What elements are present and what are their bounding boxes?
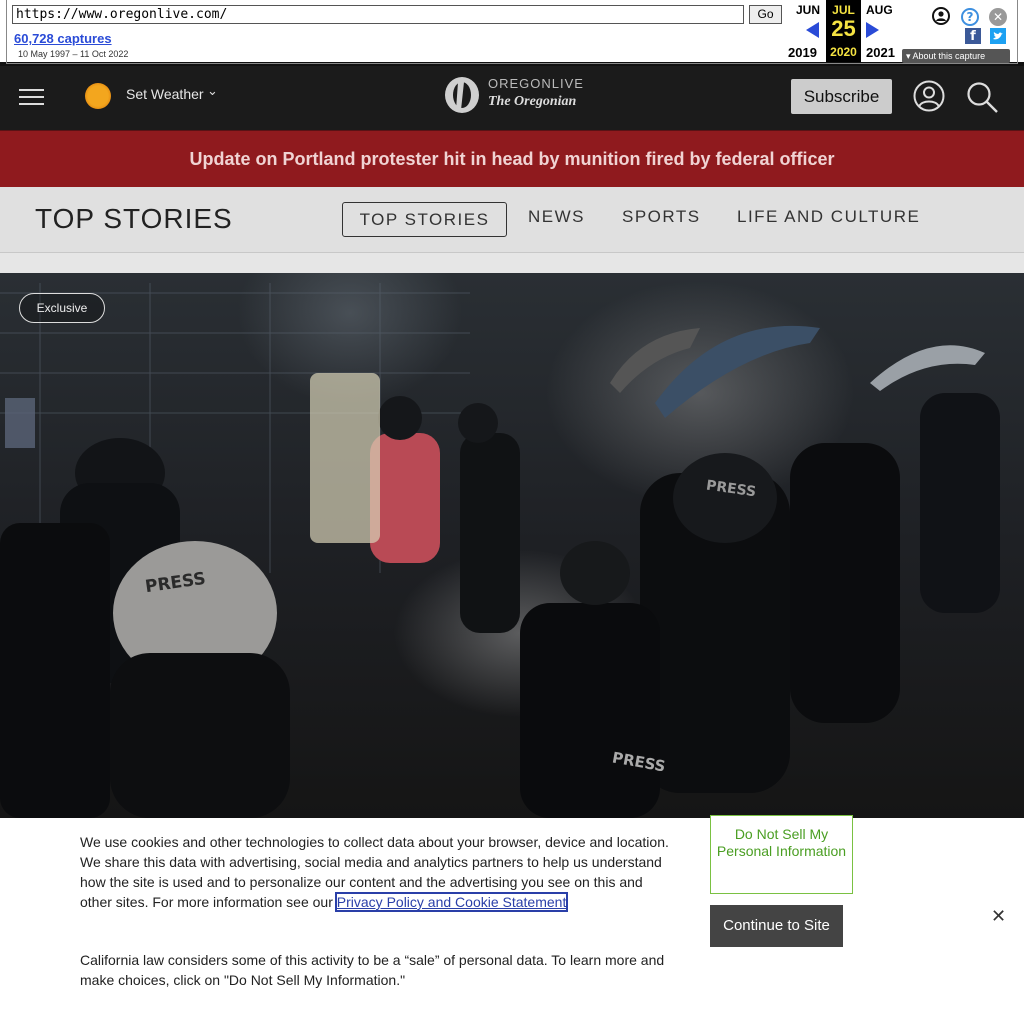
- weather-sun-icon[interactable]: [85, 83, 111, 109]
- hero-spacer: [0, 253, 1024, 273]
- wayback-next-year[interactable]: 2021: [866, 45, 895, 60]
- california-notice-text: California law considers some of this ac…: [80, 952, 665, 988]
- section-nav: TOP STORIES TOP STORIES NEWS SPORTS LIFE…: [0, 187, 1024, 253]
- exclusive-badge: Exclusive: [19, 293, 105, 323]
- oregonian-logo-icon[interactable]: [444, 76, 480, 114]
- wayback-prev-arrow-icon[interactable]: [806, 22, 819, 38]
- cookie-notice-text: We use cookies and other technologies to…: [80, 832, 670, 912]
- protest-scene-illustration: [0, 283, 1000, 818]
- set-weather-label[interactable]: Set Weather: [126, 86, 204, 102]
- privacy-policy-link[interactable]: Privacy Policy and Cookie Statement: [334, 892, 569, 912]
- logo-oregonian-text[interactable]: The Oregonian: [488, 94, 576, 110]
- wayback-go-button[interactable]: Go: [749, 5, 782, 24]
- facebook-icon[interactable]: f: [965, 28, 981, 44]
- hamburger-menu-icon[interactable]: [19, 88, 44, 106]
- tab-top-stories[interactable]: TOP STORIES: [342, 202, 507, 237]
- cookie-consent-banner: We use cookies and other technologies to…: [0, 815, 1024, 1019]
- wayback-captures-link[interactable]: 60,728 captures: [14, 31, 112, 46]
- do-not-sell-button[interactable]: Do Not Sell My Personal Information: [710, 815, 853, 894]
- search-icon[interactable]: [965, 80, 999, 114]
- hero-image[interactable]: PRESS PRESS PRESS Exclusive: [0, 273, 1024, 818]
- section-title: TOP STORIES: [35, 203, 233, 234]
- close-icon[interactable]: ✕: [991, 906, 1006, 927]
- wayback-about-capture[interactable]: ▾ About this capture: [902, 49, 1010, 63]
- wayback-account-icon[interactable]: [932, 7, 950, 25]
- wayback-toolbar: https://www.oregonlive.com/ Go 60,728 ca…: [0, 0, 1024, 66]
- twitter-icon[interactable]: [990, 28, 1006, 44]
- wayback-about-label: About this capture: [912, 51, 986, 61]
- wayback-url-input[interactable]: https://www.oregonlive.com/: [12, 5, 744, 24]
- wayback-date-range: 10 May 1997 – 11 Oct 2022: [18, 49, 129, 59]
- wayback-help-icon[interactable]: ?: [961, 8, 979, 26]
- tab-sports[interactable]: SPORTS: [622, 207, 701, 227]
- wayback-current-month: JUL: [832, 3, 855, 17]
- tab-news[interactable]: NEWS: [528, 207, 585, 227]
- subscribe-button[interactable]: Subscribe: [791, 79, 892, 114]
- wayback-close-icon[interactable]: ✕: [989, 8, 1007, 26]
- chevron-down-icon[interactable]: ⌄: [207, 84, 218, 99]
- site-header: Set Weather ⌄ OREGONLIVE The Oregonian S…: [0, 66, 1024, 130]
- wayback-current-date: JUL 25 2020: [826, 0, 861, 62]
- wayback-current-year: 2020: [830, 45, 857, 59]
- continue-to-site-button[interactable]: Continue to Site: [710, 905, 843, 947]
- user-account-icon[interactable]: [913, 80, 945, 112]
- wayback-prev-year[interactable]: 2019: [788, 45, 817, 60]
- wayback-prev-month[interactable]: JUN: [796, 3, 820, 17]
- tab-life-and-culture[interactable]: LIFE AND CULTURE: [737, 207, 920, 227]
- breaking-news-banner[interactable]: Update on Portland protester hit in head…: [0, 130, 1024, 187]
- wayback-next-month[interactable]: AUG: [866, 3, 893, 17]
- logo-oregonlive-text[interactable]: OREGONLIVE: [488, 76, 584, 91]
- wayback-current-day: 25: [831, 16, 856, 41]
- wayback-next-arrow-icon[interactable]: [866, 22, 879, 38]
